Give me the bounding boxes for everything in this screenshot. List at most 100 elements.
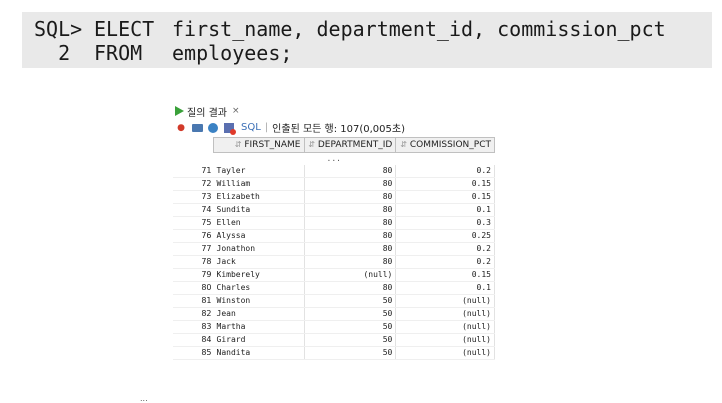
cell-commission-pct[interactable]: 0.2 <box>395 165 495 178</box>
cell-department-id[interactable]: 80 <box>304 229 397 243</box>
cell-department-id[interactable]: 50 <box>304 320 397 334</box>
row-number[interactable]: 76 <box>173 229 214 243</box>
cell-commission-pct[interactable]: (null) <box>395 333 495 347</box>
table-row[interactable]: 71 Tayler 80 0.2 <box>173 165 495 178</box>
close-icon[interactable]: × <box>232 106 240 116</box>
table-row[interactable]: 78 Jack 80 0.2 <box>173 255 495 269</box>
cell-first-name[interactable]: Tayler <box>213 165 305 178</box>
tab-query-result[interactable]: 질의 결과 × <box>175 104 240 119</box>
column-header-first-name[interactable]: ⇵ FIRST_NAME <box>213 137 305 153</box>
query-result-panel: 질의 결과 × ● SQL | 인출된 모든 행: 107(0,005초) ⇵ … <box>173 103 498 403</box>
cell-department-id[interactable]: 80 <box>304 177 397 191</box>
row-number[interactable]: 74 <box>173 203 214 217</box>
cell-first-name[interactable]: Elizabeth <box>213 190 305 204</box>
toolbar-separator: | <box>264 122 269 133</box>
ellipsis-row: ... <box>326 154 341 163</box>
cell-first-name[interactable]: Ellen <box>213 216 305 230</box>
row-number[interactable]: 82 <box>173 307 214 321</box>
cell-first-name[interactable]: Charles <box>213 281 305 295</box>
cell-commission-pct[interactable]: (null) <box>395 346 495 360</box>
table-row[interactable]: 81 Winston 50 (null) <box>173 294 495 308</box>
cell-department-id[interactable]: 80 <box>304 255 397 269</box>
cell-department-id[interactable]: 80 <box>304 165 397 178</box>
tab-label: 질의 결과 <box>187 107 227 119</box>
sort-icon: ⇵ <box>308 140 315 149</box>
cell-first-name[interactable]: Jack <box>213 255 305 269</box>
table-row[interactable]: 76 Alyssa 80 0.25 <box>173 229 495 243</box>
row-number[interactable]: 79 <box>173 268 214 282</box>
row-number[interactable]: 78 <box>173 255 214 269</box>
cell-department-id[interactable]: 50 <box>304 346 397 360</box>
cell-commission-pct[interactable]: 0.1 <box>395 203 495 217</box>
cell-commission-pct[interactable]: (null) <box>395 294 495 308</box>
table-row[interactable]: 75 Ellen 80 0.3 <box>173 216 495 230</box>
run-icon <box>175 106 184 116</box>
row-number[interactable]: 80 <box>173 281 214 295</box>
cell-department-id[interactable]: 80 <box>304 190 397 204</box>
table-row[interactable]: 79 Kimberely (null) 0.15 <box>173 268 495 282</box>
cell-first-name[interactable]: William <box>213 177 305 191</box>
row-number[interactable]: 73 <box>173 190 214 204</box>
table-row[interactable]: 84 Girard 50 (null) <box>173 333 495 347</box>
sql-prompt: SQL> <box>34 17 83 41</box>
column-header-department-id[interactable]: ⇵ DEPARTMENT_ID <box>303 137 397 153</box>
row-number-header <box>173 137 214 153</box>
cell-commission-pct[interactable]: (null) <box>395 307 495 321</box>
cell-first-name[interactable]: Winston <box>213 294 305 308</box>
sql-line-2: 2 FROM employees; <box>34 41 292 65</box>
cell-commission-pct[interactable]: 0.15 <box>395 177 495 191</box>
sql-command-box: SQL> ELECT first_name, department_id, comm… <box>22 12 712 68</box>
sql-button[interactable]: SQL <box>241 122 261 133</box>
cell-first-name[interactable]: Martha <box>213 320 305 334</box>
sql-keyword: ELECT <box>94 17 155 41</box>
table-row[interactable]: 83 Martha 50 (null) <box>173 320 495 334</box>
cell-first-name[interactable]: Alyssa <box>213 229 305 243</box>
cell-department-id[interactable]: 50 <box>304 294 397 308</box>
table-row[interactable]: 82 Jean 50 (null) <box>173 307 495 321</box>
cell-commission-pct[interactable]: 0.2 <box>395 242 495 256</box>
cell-department-id[interactable]: 50 <box>304 333 397 347</box>
cell-commission-pct[interactable]: 0.15 <box>395 190 495 204</box>
cancel-icon[interactable] <box>223 122 236 135</box>
table-row[interactable]: 74 Sundita 80 0.1 <box>173 203 495 217</box>
cell-department-id[interactable]: 50 <box>304 307 397 321</box>
sql-text: first_name, department_id, commission_pc… <box>172 17 666 41</box>
row-number[interactable]: 83 <box>173 320 214 334</box>
row-number[interactable]: 72 <box>173 177 214 191</box>
row-number[interactable]: 75 <box>173 216 214 230</box>
cell-department-id[interactable]: 80 <box>304 281 397 295</box>
refresh-icon[interactable] <box>207 122 219 134</box>
cell-first-name[interactable]: Kimberely <box>213 268 305 282</box>
cell-department-id[interactable]: 80 <box>304 216 397 230</box>
cell-commission-pct[interactable]: 0.3 <box>395 216 495 230</box>
cell-department-id[interactable]: 80 <box>304 203 397 217</box>
cell-department-id[interactable]: 80 <box>304 242 397 256</box>
row-number[interactable]: 77 <box>173 242 214 256</box>
row-number[interactable]: 81 <box>173 294 214 308</box>
cell-first-name[interactable]: Jonathon <box>213 242 305 256</box>
result-toolbar: ● SQL | 인출된 모든 행: 107(0,005초) <box>175 120 497 135</box>
sql-line-1: SQL> ELECT first_name, department_id, comm… <box>34 17 666 41</box>
row-number[interactable]: 71 <box>173 165 214 178</box>
pin-icon[interactable]: ● <box>175 122 187 134</box>
print-icon[interactable] <box>191 122 203 134</box>
cell-commission-pct[interactable]: 0.15 <box>395 268 495 282</box>
table-row[interactable]: 80 Charles 80 0.1 <box>173 281 495 295</box>
cell-first-name[interactable]: Nandita <box>213 346 305 360</box>
cell-commission-pct[interactable]: (null) <box>395 320 495 334</box>
row-number[interactable]: 84 <box>173 333 214 347</box>
cell-department-id[interactable]: (null) <box>304 268 397 282</box>
cell-commission-pct[interactable]: 0.2 <box>395 255 495 269</box>
row-number[interactable]: 85 <box>173 346 214 360</box>
cell-commission-pct[interactable]: 0.25 <box>395 229 495 243</box>
table-row[interactable]: 73 Elizabeth 80 0.15 <box>173 190 495 204</box>
cell-first-name[interactable]: Sundita <box>213 203 305 217</box>
cell-first-name[interactable]: Jean <box>213 307 305 321</box>
table-row[interactable]: 77 Jonathon 80 0.2 <box>173 242 495 256</box>
sort-icon: ⇵ <box>234 140 242 149</box>
cell-commission-pct[interactable]: 0.1 <box>395 281 495 295</box>
table-row[interactable]: 72 William 80 0.15 <box>173 177 495 191</box>
cell-first-name[interactable]: Girard <box>213 333 305 347</box>
table-row[interactable]: 85 Nandita 50 (null) <box>173 346 495 360</box>
column-header-commission-pct[interactable]: ⇵ COMMISSION_PCT <box>395 137 495 153</box>
